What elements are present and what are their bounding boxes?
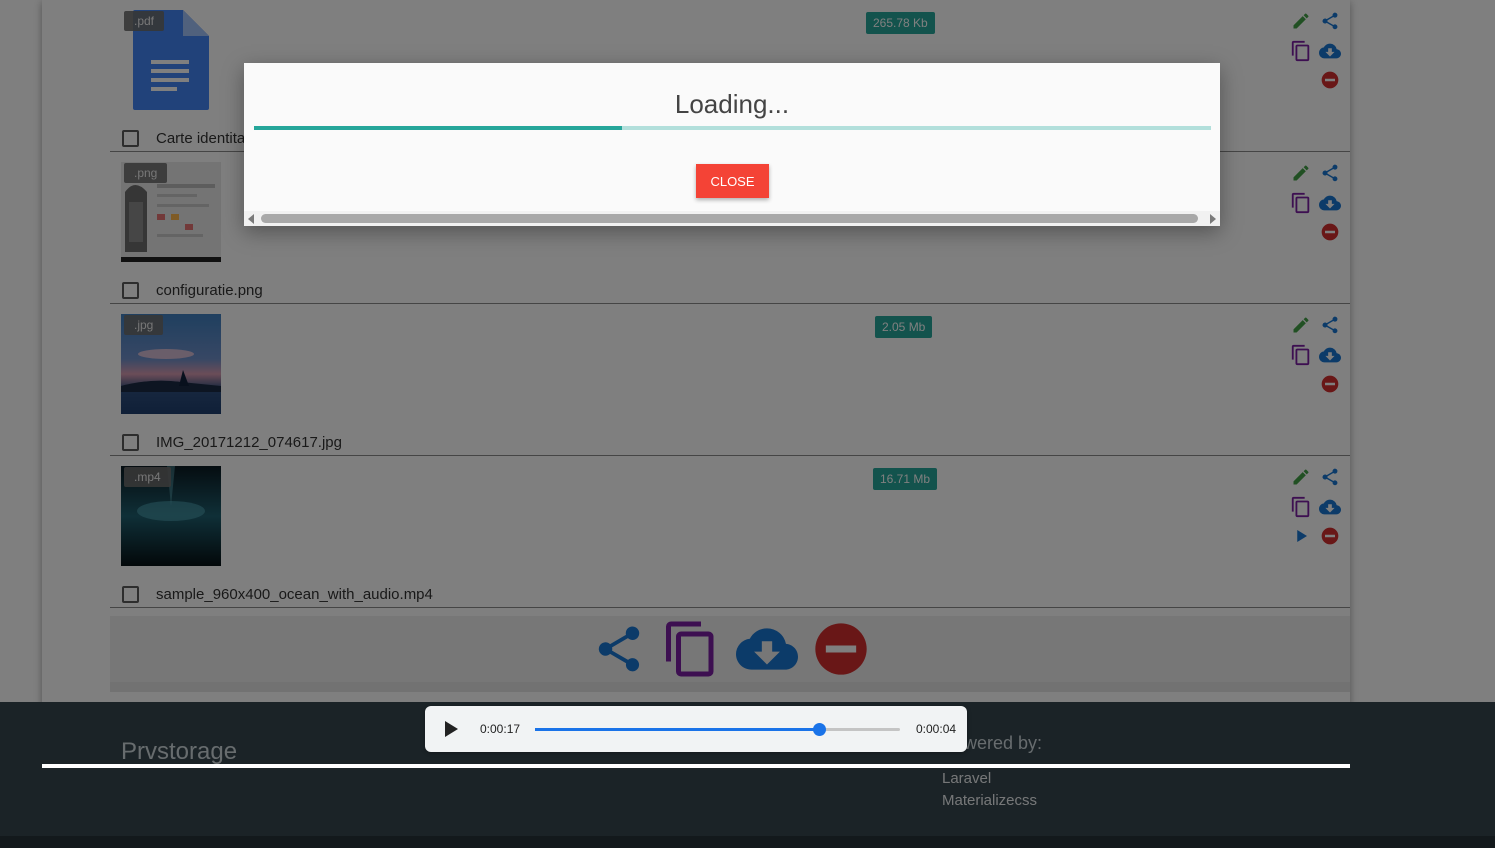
- loading-modal: Loading... CLOSE: [244, 63, 1220, 226]
- loading-progress-fill: [254, 126, 623, 130]
- scroll-right-arrow-icon[interactable]: [1210, 214, 1216, 224]
- seek-handle[interactable]: [812, 723, 826, 736]
- seek-bar-fill: [535, 728, 819, 731]
- remaining-time: 0:00:04: [916, 722, 957, 736]
- modal-title: Loading...: [674, 89, 790, 119]
- panel-bottom-edge: [42, 764, 1350, 768]
- media-player: 0:00:17 0:00:04: [425, 706, 967, 752]
- play-icon[interactable]: [445, 721, 458, 737]
- seek-bar[interactable]: [535, 723, 900, 736]
- scroll-left-arrow-icon[interactable]: [248, 214, 254, 224]
- current-time: 0:00:17: [480, 722, 521, 736]
- horizontal-scrollbar[interactable]: [244, 211, 1220, 226]
- close-button[interactable]: CLOSE: [696, 164, 769, 198]
- loading-progress-bar: [254, 126, 1211, 130]
- scrollbar-thumb[interactable]: [261, 214, 1198, 223]
